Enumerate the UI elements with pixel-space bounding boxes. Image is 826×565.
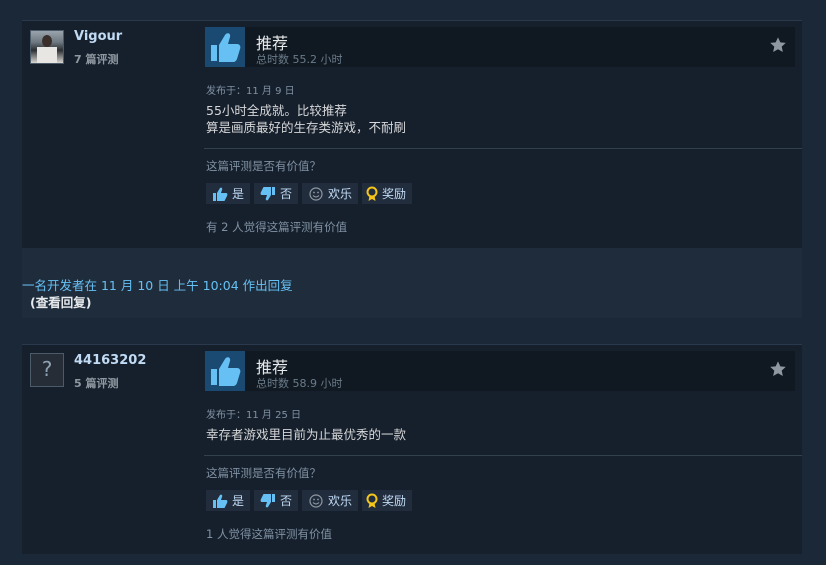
- developer-response: 一名开发者在 11 月 10 日 上午 10:04 作出回复 (查看回复): [22, 248, 802, 318]
- verdict-header[interactable]: 推荐 总时数 55.2 小时: [205, 27, 795, 67]
- posted-date: 发布于：11 月 9 日: [206, 86, 295, 97]
- thumbs-down-small-icon: [260, 186, 276, 200]
- smiley-icon: [309, 493, 323, 508]
- award-label: 奖励: [382, 494, 407, 508]
- award-icon: [366, 186, 378, 201]
- thumbs-up-icon: [205, 351, 245, 391]
- review-count[interactable]: 7 篇评测: [74, 51, 118, 67]
- playtime: 总时数 55.2 小时: [256, 53, 343, 66]
- vote-yes-label: 是: [232, 187, 245, 201]
- card-divider: [22, 20, 802, 21]
- reviewer-name[interactable]: 44163202: [74, 353, 146, 368]
- vote-no-label: 否: [280, 494, 293, 508]
- award-icon: [366, 493, 378, 508]
- posted-date: 发布于：11 月 25 日: [206, 410, 301, 421]
- vote-buttons: 是 否 欢乐 奖励: [206, 490, 413, 511]
- verdict-header[interactable]: 推荐 总时数 58.9 小时: [205, 351, 795, 391]
- star-icon[interactable]: [769, 360, 787, 378]
- avatar[interactable]: [30, 30, 64, 64]
- avatar[interactable]: ?: [30, 353, 64, 387]
- view-response-link[interactable]: (查看回复): [30, 292, 91, 311]
- thumbs-up-small-icon: [213, 494, 228, 508]
- thumbs-up-icon: [205, 27, 245, 67]
- vote-funny-label: 欢乐: [328, 187, 353, 201]
- star-icon[interactable]: [769, 36, 787, 54]
- divider: [204, 148, 802, 149]
- review-card: Vigour 7 篇评测 推荐 总时数 55.2 小时 发布于：11 月 9 日…: [22, 20, 802, 248]
- helpful-question: 这篇评测是否有价值？: [206, 466, 321, 480]
- smiley-icon: [309, 186, 323, 201]
- vote-yes-button[interactable]: 是: [206, 183, 251, 204]
- divider: [204, 455, 802, 456]
- vote-buttons: 是 否 欢乐 奖励: [206, 183, 413, 204]
- vote-funny-label: 欢乐: [328, 494, 353, 508]
- thumbs-down-small-icon: [260, 493, 276, 507]
- review-text: 55小时全成就。比较推荐 算是画质最好的生存类游戏，不耐刷: [206, 103, 407, 135]
- helpful-count: 有 2 人觉得这篇评测有价值: [206, 220, 348, 234]
- vote-no-button[interactable]: 否: [254, 183, 299, 204]
- review-card: ? 44163202 5 篇评测 推荐 总时数 58.9 小时 发布于：11 月…: [22, 344, 802, 554]
- vote-yes-button[interactable]: 是: [206, 490, 251, 511]
- thumbs-up-small-icon: [213, 187, 228, 201]
- reviewer-name[interactable]: Vigour: [74, 29, 122, 44]
- review-text: 幸存者游戏里目前为止最优秀的一款: [206, 427, 407, 442]
- playtime: 总时数 58.9 小时: [256, 377, 343, 390]
- card-divider: [22, 344, 802, 345]
- vote-yes-label: 是: [232, 494, 245, 508]
- vote-funny-button[interactable]: 欢乐: [302, 183, 359, 204]
- vote-funny-button[interactable]: 欢乐: [302, 490, 359, 511]
- helpful-count: 1 人觉得这篇评测有价值: [206, 527, 332, 541]
- helpful-question: 这篇评测是否有价值？: [206, 159, 321, 173]
- award-button[interactable]: 奖励: [362, 490, 413, 511]
- vote-no-button[interactable]: 否: [254, 490, 299, 511]
- award-label: 奖励: [382, 187, 407, 201]
- vote-no-label: 否: [280, 187, 293, 201]
- award-button[interactable]: 奖励: [362, 183, 413, 204]
- review-count[interactable]: 5 篇评测: [74, 375, 118, 391]
